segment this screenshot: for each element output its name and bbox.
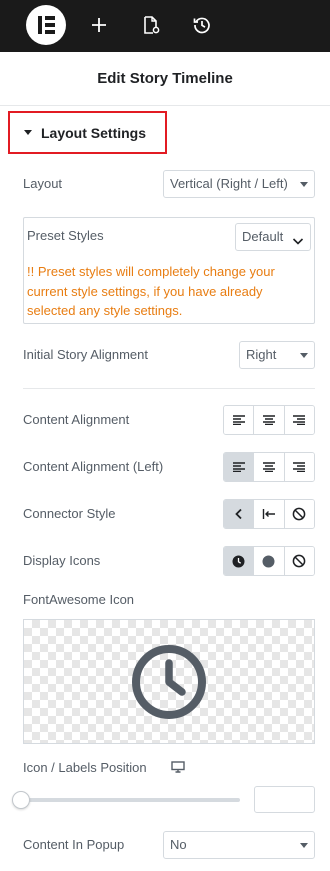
elementor-logo-icon[interactable] bbox=[26, 5, 66, 45]
panel-title: Edit Story Timeline bbox=[0, 52, 330, 106]
content-popup-value: No bbox=[170, 837, 187, 852]
bar-arrow-left-icon bbox=[262, 509, 275, 519]
content-popup-select[interactable]: No bbox=[163, 831, 315, 859]
chevron-down-icon bbox=[292, 230, 304, 250]
align-left-button[interactable] bbox=[224, 406, 255, 434]
align-right-button[interactable] bbox=[284, 406, 314, 434]
content-alignment-left-label: Content Alignment (Left) bbox=[23, 459, 164, 474]
connector-style-choices bbox=[223, 499, 315, 529]
align-center-icon bbox=[262, 415, 275, 425]
desktop-icon[interactable] bbox=[171, 761, 185, 773]
initial-alignment-select[interactable]: Right bbox=[239, 341, 315, 369]
align-left-button[interactable] bbox=[224, 453, 255, 481]
align-right-icon bbox=[293, 415, 306, 425]
clock-icon bbox=[232, 555, 245, 567]
preset-styles-select[interactable]: Default bbox=[235, 223, 311, 251]
icon-labels-position-label: Icon / Labels Position bbox=[23, 760, 147, 775]
align-center-button[interactable] bbox=[254, 453, 285, 481]
dot-icon bbox=[262, 555, 275, 567]
page-settings-icon[interactable] bbox=[138, 12, 164, 38]
align-center-button[interactable] bbox=[254, 406, 285, 434]
ban-icon bbox=[292, 554, 306, 568]
align-left-icon bbox=[232, 415, 245, 425]
align-center-icon bbox=[262, 462, 275, 472]
position-slider-track[interactable] bbox=[23, 798, 240, 802]
caret-down-icon bbox=[24, 130, 32, 135]
align-right-button[interactable] bbox=[284, 453, 314, 481]
layout-settings-section-toggle[interactable]: Layout Settings bbox=[8, 111, 167, 154]
top-toolbar bbox=[0, 0, 330, 52]
content-alignment-choices bbox=[223, 405, 315, 435]
content-alignment-left-choices bbox=[223, 452, 315, 482]
layout-select-value: Vertical (Right / Left) bbox=[170, 176, 288, 191]
preset-styles-value: Default bbox=[242, 229, 284, 244]
align-right-icon bbox=[293, 462, 306, 472]
align-left-icon bbox=[232, 462, 245, 472]
connector-style-label: Connector Style bbox=[23, 506, 116, 521]
chevron-down-icon bbox=[300, 353, 308, 358]
fontawesome-icon-label: FontAwesome Icon bbox=[23, 592, 135, 607]
content-alignment-label: Content Alignment bbox=[23, 412, 130, 427]
layout-select[interactable]: Vertical (Right / Left) bbox=[163, 170, 315, 198]
section-title: Layout Settings bbox=[41, 124, 147, 141]
display-none-button[interactable] bbox=[284, 547, 314, 575]
position-number-input[interactable] bbox=[254, 786, 315, 813]
position-slider-handle[interactable] bbox=[12, 791, 30, 809]
chevron-left-icon bbox=[234, 508, 242, 520]
initial-alignment-label: Initial Story Alignment bbox=[23, 347, 149, 362]
display-dot-button[interactable] bbox=[254, 547, 285, 575]
content-popup-label: Content In Popup bbox=[23, 837, 125, 852]
layout-label: Layout bbox=[23, 176, 63, 191]
ban-icon bbox=[292, 507, 306, 521]
connector-arrow-button[interactable] bbox=[224, 500, 255, 528]
connector-bar-button[interactable] bbox=[254, 500, 285, 528]
history-icon[interactable] bbox=[189, 12, 215, 38]
preset-styles-label: Preset Styles bbox=[27, 228, 104, 243]
preset-styles-warning: !! Preset styles will completely change … bbox=[27, 264, 275, 318]
divider bbox=[23, 388, 315, 389]
display-icon-button[interactable] bbox=[224, 547, 255, 575]
chevron-down-icon bbox=[300, 843, 308, 848]
display-icons-label: Display Icons bbox=[23, 553, 101, 568]
add-icon[interactable] bbox=[86, 12, 112, 38]
display-icons-choices bbox=[223, 546, 315, 576]
clock-icon bbox=[132, 645, 206, 719]
chevron-down-icon bbox=[300, 182, 308, 187]
initial-alignment-value: Right bbox=[246, 347, 277, 362]
connector-none-button[interactable] bbox=[284, 500, 314, 528]
icon-picker-preview[interactable] bbox=[23, 619, 315, 744]
